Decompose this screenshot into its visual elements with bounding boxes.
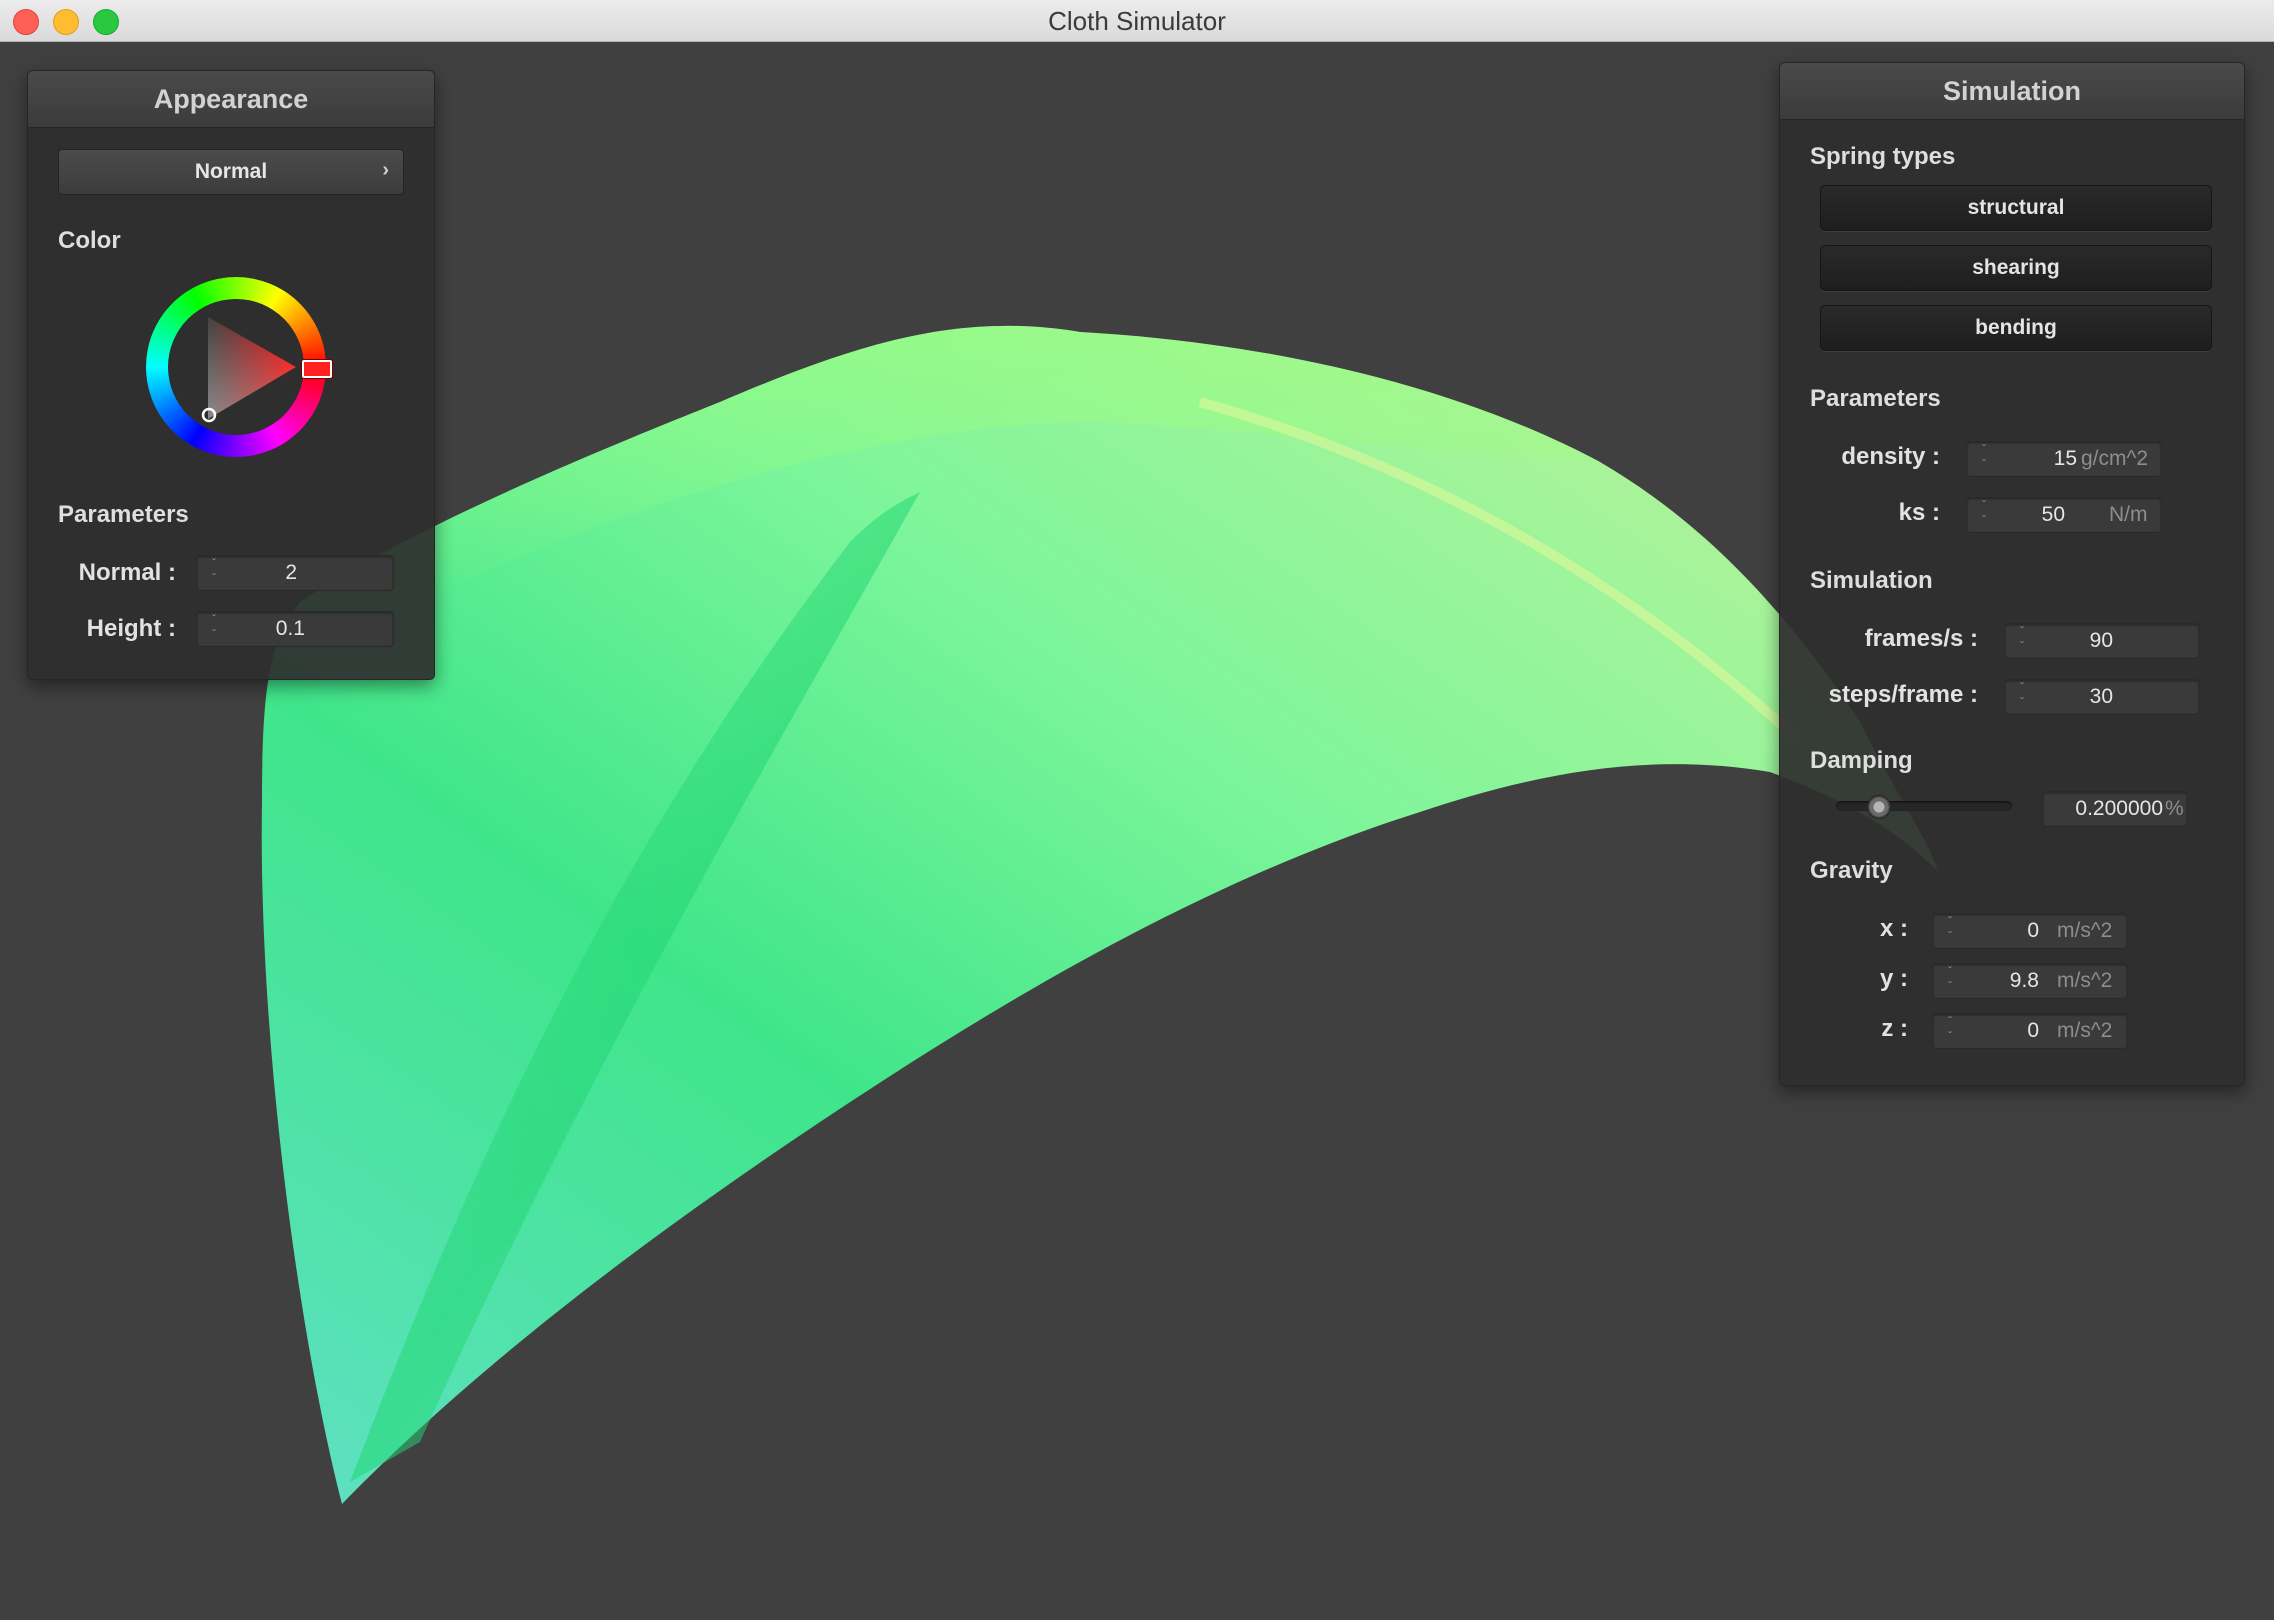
spin-arrows-icon[interactable]: ˇˇ xyxy=(207,556,221,590)
damping-value: 0.200000 xyxy=(2075,797,2163,820)
color-label: Color xyxy=(58,227,121,254)
ks-unit: N/m xyxy=(2109,503,2148,526)
appearance-parameters-label: Parameters xyxy=(58,501,189,528)
gravity-y-label: y : xyxy=(1879,965,1908,992)
color-picker[interactable] xyxy=(146,277,332,457)
density-label: density : xyxy=(1841,443,1940,470)
gravity-z-value: 0 xyxy=(2027,1019,2039,1042)
spin-arrows-icon[interactable]: ˇˇ xyxy=(2015,624,2029,658)
gravity-z-spinbox[interactable]: ˇˇ 0 m/s^2 xyxy=(1932,1013,2128,1049)
density-unit: g/cm^2 xyxy=(2081,447,2149,470)
spin-arrows-icon[interactable]: ˇˇ xyxy=(207,612,221,646)
ks-label: ks : xyxy=(1898,499,1940,526)
gravity-x-spinbox[interactable]: ˇˇ 0 m/s^2 xyxy=(1932,913,2128,949)
spin-arrows-icon[interactable]: ˇˇ xyxy=(1943,1014,1957,1048)
gravity-label: Gravity xyxy=(1810,857,1893,884)
hue-marker[interactable] xyxy=(302,360,332,378)
frames-per-second-label-text: frames/s : xyxy=(1864,625,1978,652)
damping-slider-handle[interactable] xyxy=(1867,795,1891,819)
height-value: 0.1 xyxy=(275,617,305,640)
density-spinbox[interactable]: ˇˇ 15 g/cm^2 xyxy=(1966,441,2162,477)
window-title: Cloth Simulator xyxy=(1048,6,1226,36)
damping-field[interactable]: 0.200000 % xyxy=(2042,791,2188,827)
simulation-panel: Simulation Spring types structural shear… xyxy=(1779,62,2245,1086)
spin-arrows-icon[interactable]: ˇˇ xyxy=(1943,914,1957,948)
gravity-x-value: 0 xyxy=(2027,919,2039,942)
height-label: Height : xyxy=(86,615,176,642)
steps-per-frame-spinbox[interactable]: ˇˇ 30 xyxy=(2004,679,2200,715)
chevron-right-icon: › xyxy=(382,159,389,181)
frames-per-second-value: 90 xyxy=(2089,629,2113,652)
color-triangle[interactable] xyxy=(146,277,326,457)
ks-value: 50 xyxy=(2041,503,2065,526)
damping-label: Damping xyxy=(1810,747,1913,774)
gravity-z-unit: m/s^2 xyxy=(2057,1019,2113,1042)
damping-slider[interactable] xyxy=(1836,791,2012,821)
simulation-parameters-label: Parameters xyxy=(1810,385,1941,412)
window-titlebar: Cloth Simulator xyxy=(0,0,2274,42)
gravity-z-label: z : xyxy=(1881,1015,1908,1042)
gravity-x-unit: m/s^2 xyxy=(2057,919,2113,942)
steps-per-frame-label: steps/frame : xyxy=(1828,681,1978,708)
simulation-panel-title[interactable]: Simulation xyxy=(1780,63,2244,120)
normal-spinbox[interactable]: ˇˇ 2 xyxy=(196,555,394,591)
spin-arrows-icon[interactable]: ˇˇ xyxy=(1943,964,1957,998)
spin-arrows-icon[interactable]: ˇˇ xyxy=(1977,442,1991,476)
frames-per-second-spinbox[interactable]: ˇˇ 90 xyxy=(2004,623,2200,659)
normal-label: Normal : xyxy=(78,559,176,586)
spin-arrows-icon[interactable]: ˇˇ xyxy=(1977,498,1991,532)
structural-spring-button[interactable]: structural xyxy=(1820,185,2212,231)
appearance-panel: Appearance Normal › Color Parameters Nor… xyxy=(27,70,435,680)
spring-types-label: Spring types xyxy=(1810,143,1956,170)
gravity-y-unit: m/s^2 xyxy=(2057,969,2113,992)
simulation-section-label: Simulation xyxy=(1810,567,1933,594)
gravity-y-value: 9.8 xyxy=(2009,969,2039,992)
ks-spinbox[interactable]: ˇˇ 50 N/m xyxy=(1966,497,2162,533)
height-spinbox[interactable]: ˇˇ 0.1 xyxy=(196,611,394,647)
shader-select-value: Normal xyxy=(194,160,268,183)
shearing-spring-button[interactable]: shearing xyxy=(1820,245,2212,291)
gravity-y-spinbox[interactable]: ˇˇ 9.8 m/s^2 xyxy=(1932,963,2128,999)
steps-per-frame-value: 30 xyxy=(2089,685,2113,708)
spin-arrows-icon[interactable]: ˇˇ xyxy=(2015,680,2029,714)
normal-value: 2 xyxy=(285,561,297,584)
bending-spring-button[interactable]: bending xyxy=(1820,305,2212,351)
shader-select[interactable]: Normal › xyxy=(58,149,404,195)
gravity-x-label: x : xyxy=(1879,915,1908,942)
damping-unit: % xyxy=(2165,797,2184,820)
appearance-panel-title[interactable]: Appearance xyxy=(28,71,434,128)
damping-slider-track[interactable] xyxy=(1836,801,2012,811)
density-value: 15 xyxy=(2053,447,2077,470)
